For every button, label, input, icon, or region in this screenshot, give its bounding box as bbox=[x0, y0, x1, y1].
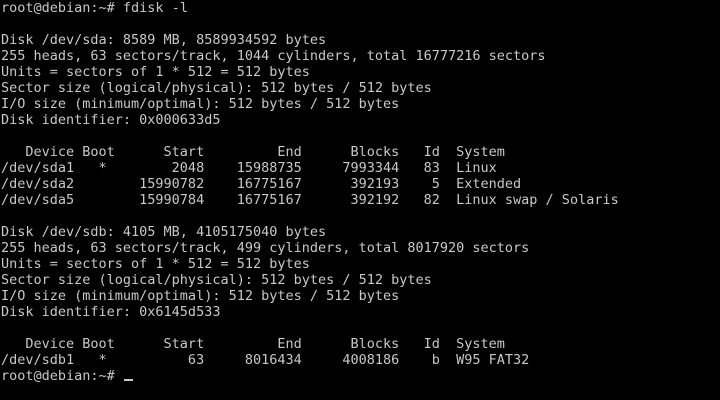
partition-row: /dev/sdb1 * 63 8016434 4008186 b W95 FAT… bbox=[1, 352, 530, 368]
partition-row: /dev/sda1 * 2048 15988735 7993344 83 Lin… bbox=[1, 160, 497, 176]
disk-sda-sector-size: Sector size (logical/physical): 512 byte… bbox=[1, 80, 432, 96]
disk-sdb-sector-size: Sector size (logical/physical): 512 byte… bbox=[1, 272, 432, 288]
disk-sda-geometry: 255 heads, 63 sectors/track, 1044 cylind… bbox=[1, 48, 546, 64]
partition-row: /dev/sda5 15990784 16775167 392192 82 Li… bbox=[1, 192, 619, 208]
text-cursor bbox=[123, 379, 133, 381]
active-command-line[interactable]: root@debian:~# bbox=[1, 368, 720, 384]
disk-sdb-geometry: 255 heads, 63 sectors/track, 499 cylinde… bbox=[1, 240, 530, 256]
disk-sdb-units: Units = sectors of 1 * 512 = 512 bytes bbox=[1, 256, 310, 272]
partition-table-header: Device Boot Start End Blocks Id System bbox=[1, 144, 505, 160]
disk-sda-header: Disk /dev/sda: 8589 MB, 8589934592 bytes bbox=[1, 32, 327, 48]
partition-row: /dev/sda2 15990782 16775167 392193 5 Ext… bbox=[1, 176, 522, 192]
disk-sda-units: Units = sectors of 1 * 512 = 512 bytes bbox=[1, 64, 310, 80]
command-text: fdisk -l bbox=[122, 0, 188, 16]
terminal-window[interactable]: root@debian:~# fdisk -l Disk /dev/sda: 8… bbox=[0, 0, 720, 400]
disk-sdb-io-size: I/O size (minimum/optimal): 512 bytes / … bbox=[1, 288, 400, 304]
disk-sdb-identifier: Disk identifier: 0x6145d533 bbox=[1, 304, 221, 320]
command-line: root@debian:~# fdisk -l bbox=[1, 0, 720, 16]
disk-sda-io-size: I/O size (minimum/optimal): 512 bytes / … bbox=[1, 96, 400, 112]
partition-table-header: Device Boot Start End Blocks Id System bbox=[1, 336, 505, 352]
disk-sda-identifier: Disk identifier: 0x000633d5 bbox=[1, 112, 221, 128]
shell-prompt: root@debian:~# bbox=[1, 368, 123, 384]
disk-sdb-header: Disk /dev/sdb: 4105 MB, 4105175040 bytes bbox=[1, 224, 327, 240]
shell-prompt: root@debian:~# bbox=[1, 0, 123, 16]
